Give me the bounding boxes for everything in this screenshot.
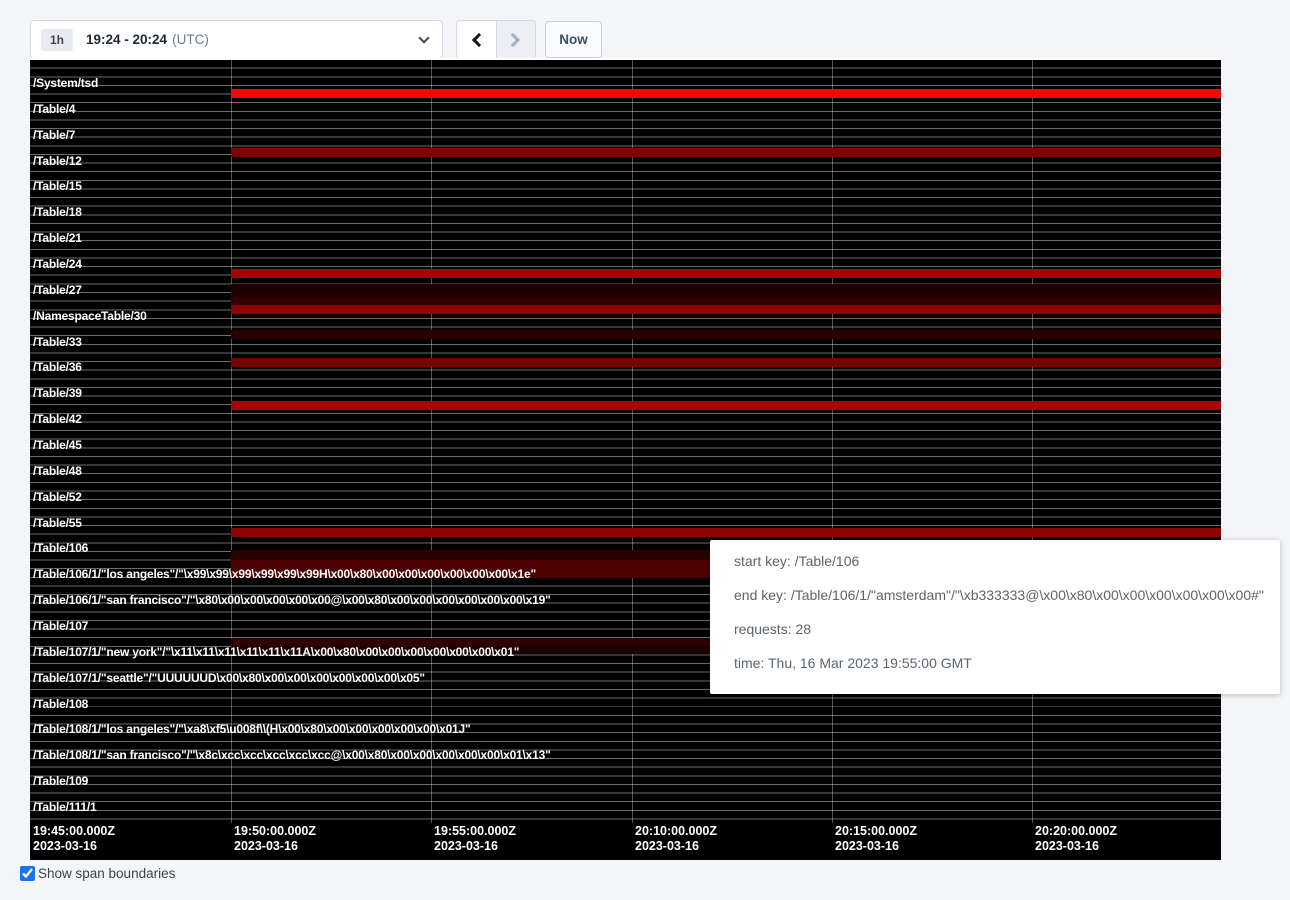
key-row-label: /Table/107/1/"new york"/"\x11\x11\x11\x1… [33, 646, 519, 659]
x-axis-tick: 20:10:00.000Z2023-03-16 [635, 824, 717, 854]
key-row-label: /Table/48 [33, 465, 82, 478]
x-axis-tick: 19:50:00.000Z2023-03-16 [234, 824, 316, 854]
key-row-label: /Table/45 [33, 439, 82, 452]
key-row-label: /System/tsd [33, 77, 98, 90]
key-row-label: /Table/106/1/"san francisco"/"\x80\x00\x… [33, 594, 551, 607]
time-range-label: 19:24 - 20:24 [86, 32, 167, 47]
duration-badge: 1h [41, 29, 73, 51]
key-visualizer-heatmap[interactable]: /System/tsd/Table/4/Table/7/Table/12/Tab… [29, 58, 1221, 860]
time-grid-line [431, 60, 432, 823]
x-axis-tick: 20:15:00.000Z2023-03-16 [835, 824, 917, 854]
hot-range-band[interactable] [231, 305, 1221, 314]
key-row-label: /Table/107/1/"seattle"/"UUUUUUD\x00\x80\… [33, 672, 425, 685]
tick-time: 20:20:00.000Z [1035, 824, 1117, 839]
key-row-label: /Table/42 [33, 413, 82, 426]
key-row-label: /Table/27 [33, 284, 82, 297]
chevron-down-icon [420, 29, 428, 47]
key-row-label: /Table/12 [33, 155, 82, 168]
key-row-label: /Table/109 [33, 775, 88, 788]
prev-time-window-button[interactable] [457, 21, 496, 58]
tick-time: 19:55:00.000Z [434, 824, 516, 839]
tooltip-end-key: end key: /Table/106/1/"amsterdam"/"\xb33… [734, 588, 1266, 603]
time-nav-button-group [456, 20, 536, 59]
key-row-label: /Table/106/1/"los angeles"/"\x99\x99\x99… [33, 568, 536, 581]
hot-range-band[interactable] [231, 297, 1221, 305]
chevron-right-icon [506, 32, 520, 46]
hot-range-band[interactable] [231, 528, 1221, 537]
hot-range-band[interactable] [231, 269, 1221, 278]
key-row-label: /Table/33 [33, 336, 82, 349]
key-row-label: /Table/108/1/"san francisco"/"\x8c\xcc\x… [33, 749, 551, 762]
span-boundary-lines [30, 60, 1221, 823]
tick-date: 2023-03-16 [234, 839, 316, 854]
x-axis-tick: 20:20:00.000Z2023-03-16 [1035, 824, 1117, 854]
timezone-label: (UTC) [172, 32, 209, 47]
show-span-boundaries-label: Show span boundaries [38, 866, 175, 882]
next-time-window-button[interactable] [496, 21, 536, 58]
tick-date: 2023-03-16 [33, 839, 115, 854]
key-row-label: /NamespaceTable/30 [33, 310, 147, 323]
key-row-label: /Table/24 [33, 258, 82, 271]
tooltip-start-key: start key: /Table/106 [734, 554, 1266, 569]
time-grid-line [1032, 60, 1033, 823]
chevron-left-icon [472, 32, 486, 46]
time-grid-line [832, 60, 833, 823]
key-row-label: /Table/55 [33, 517, 82, 530]
hover-tooltip: start key: /Table/106 end key: /Table/10… [710, 540, 1280, 694]
tick-date: 2023-03-16 [1035, 839, 1117, 854]
hot-range-band[interactable] [231, 358, 1221, 367]
key-row-label: /Table/39 [33, 387, 82, 400]
tooltip-time: time: Thu, 16 Mar 2023 19:55:00 GMT [734, 656, 1266, 671]
time-grid-line [231, 60, 232, 823]
hot-range-band[interactable] [231, 401, 1221, 410]
tick-date: 2023-03-16 [434, 839, 516, 854]
hot-range-band[interactable] [231, 89, 1221, 98]
key-row-label: /Table/18 [33, 206, 82, 219]
hot-range-band[interactable] [231, 148, 1221, 157]
span-boundaries-control: Show span boundaries [20, 866, 175, 882]
x-axis-tick: 19:45:00.000Z2023-03-16 [33, 824, 115, 854]
key-row-label: /Table/52 [33, 491, 82, 504]
key-row-label: /Table/111/1 [33, 801, 96, 814]
show-span-boundaries-checkbox[interactable] [20, 866, 35, 881]
tick-time: 19:45:00.000Z [33, 824, 115, 839]
tick-time: 19:50:00.000Z [234, 824, 316, 839]
time-grid-line [632, 60, 633, 823]
key-row-label: /Table/21 [33, 232, 82, 245]
now-button[interactable]: Now [545, 21, 602, 58]
tick-date: 2023-03-16 [835, 839, 917, 854]
tick-time: 20:15:00.000Z [835, 824, 917, 839]
x-axis-tick: 19:55:00.000Z2023-03-16 [434, 824, 516, 854]
key-row-label: /Table/108/1/"los angeles"/"\xa8\xf5\u00… [33, 723, 471, 736]
key-row-label: /Table/36 [33, 361, 82, 374]
tooltip-requests: requests: 28 [734, 622, 1266, 637]
key-row-label: /Table/107 [33, 620, 88, 633]
hot-range-band[interactable] [231, 284, 1221, 297]
tick-date: 2023-03-16 [635, 839, 717, 854]
key-row-label: /Table/15 [33, 180, 82, 193]
key-row-label: /Table/106 [33, 542, 88, 555]
key-row-label: /Table/108 [33, 698, 88, 711]
key-row-label: /Table/7 [33, 129, 75, 142]
tick-time: 20:10:00.000Z [635, 824, 717, 839]
key-row-label: /Table/4 [33, 103, 75, 116]
time-range-select[interactable]: 1h 19:24 - 20:24 (UTC) [30, 20, 443, 59]
hot-range-band[interactable] [231, 330, 1221, 339]
